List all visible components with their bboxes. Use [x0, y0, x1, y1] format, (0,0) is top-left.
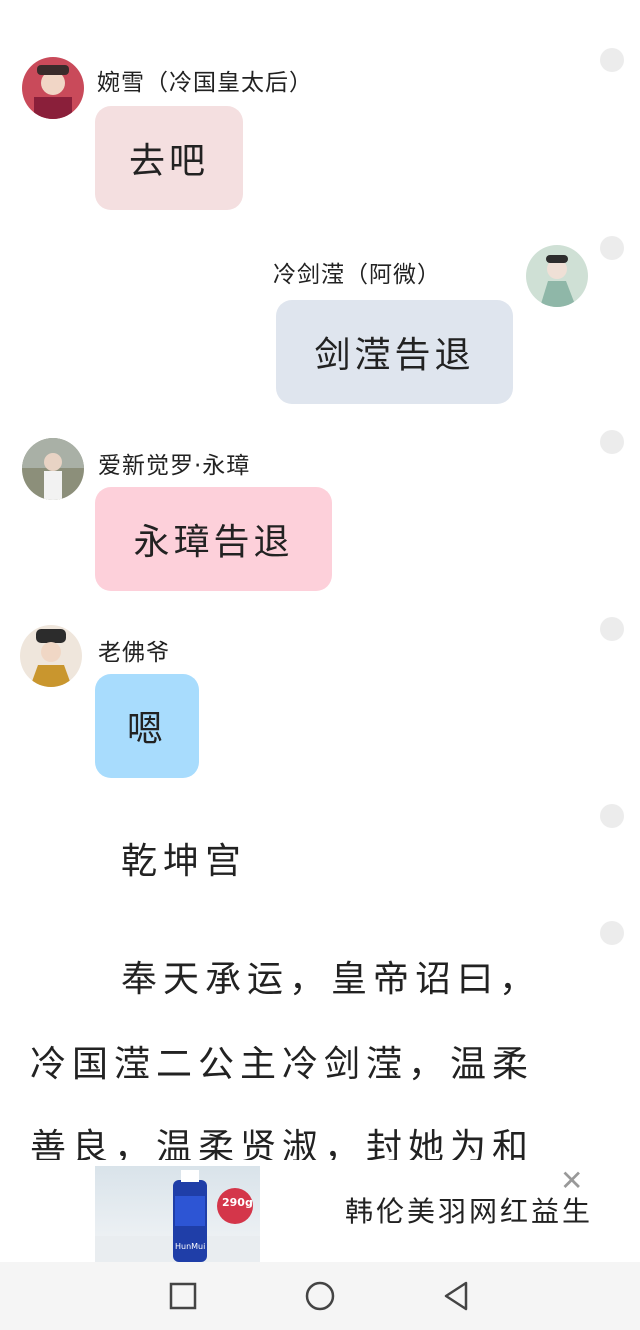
sender-name: 冷剑滢（阿微）	[273, 262, 441, 288]
avatar[interactable]	[22, 438, 84, 500]
sender-name: 爱新觉罗·永璋	[98, 453, 251, 479]
story-heading: 乾坤宫	[121, 841, 248, 882]
avatar[interactable]	[22, 57, 84, 119]
message-bubble[interactable]: 嗯	[95, 674, 199, 778]
status-dot	[600, 617, 624, 641]
ad-image-badge: 290g	[222, 1196, 253, 1209]
close-icon[interactable]: ✕	[560, 1164, 583, 1197]
status-dot	[600, 804, 624, 828]
sender-name: 老佛爷	[98, 640, 170, 666]
status-dot	[600, 430, 624, 454]
sender-name: 婉雪（冷国皇太后）	[97, 70, 313, 96]
ad-image-brand: HunMui	[175, 1242, 206, 1251]
message-bubble[interactable]: 去吧	[95, 106, 243, 210]
circle-home-icon[interactable]	[300, 1276, 340, 1316]
status-dot	[600, 921, 624, 945]
story-line: 奉天承运，皇帝诏曰，	[121, 959, 542, 1000]
status-dot	[600, 48, 624, 72]
square-recent-icon[interactable]	[163, 1276, 203, 1316]
message-bubble[interactable]: 剑滢告退	[276, 300, 513, 404]
avatar[interactable]	[20, 625, 82, 687]
ad-banner[interactable]: 290g HunMui 韩伦美羽网红益生 ✕	[0, 1160, 640, 1262]
avatar[interactable]	[526, 245, 588, 307]
story-line: 冷国滢二公主冷剑滢，温柔	[30, 1044, 535, 1085]
ad-image[interactable]: 290g HunMui	[95, 1166, 260, 1262]
ad-title[interactable]: 韩伦美羽网红益生	[345, 1190, 593, 1230]
status-dot	[600, 236, 624, 260]
navigation-bar	[0, 1262, 640, 1330]
triangle-back-icon[interactable]	[437, 1276, 477, 1316]
message-bubble[interactable]: 永璋告退	[95, 487, 332, 591]
